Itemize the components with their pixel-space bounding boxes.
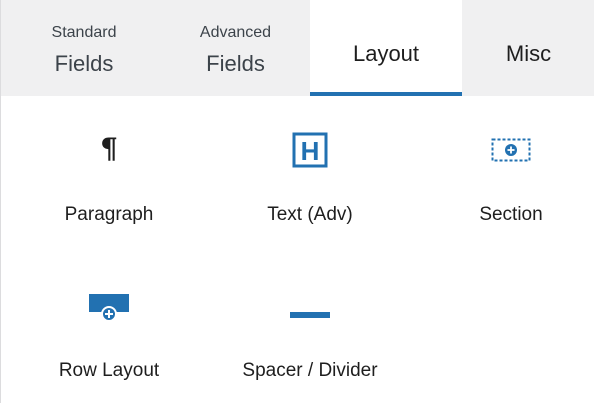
tab-advanced-fields[interactable]: Advanced Fields bbox=[161, 0, 310, 96]
field-paragraph[interactable]: ¶ Paragraph bbox=[19, 120, 199, 250]
field-section-label: Section bbox=[479, 204, 543, 225]
row-layout-icon bbox=[87, 292, 131, 329]
paragraph-icon: ¶ bbox=[100, 132, 118, 165]
field-paragraph-label: Paragraph bbox=[64, 204, 154, 225]
tab-advanced-sublabel: Advanced bbox=[199, 24, 272, 41]
heading-icon: H bbox=[292, 132, 328, 173]
field-text-adv[interactable]: H Text (Adv) bbox=[220, 120, 400, 250]
tab-misc[interactable]: Misc bbox=[462, 0, 594, 96]
field-row-layout[interactable]: Row Layout bbox=[19, 276, 199, 406]
tab-layout[interactable]: Layout bbox=[310, 0, 462, 96]
divider-icon bbox=[290, 305, 330, 323]
field-spacer-divider-label: Spacer / Divider bbox=[242, 360, 378, 381]
section-icon bbox=[491, 138, 531, 167]
field-picker-panel: Standard Fields Advanced Fields Layout M… bbox=[0, 0, 594, 403]
field-spacer-divider[interactable]: Spacer / Divider bbox=[220, 276, 400, 406]
tab-standard-fields[interactable]: Standard Fields bbox=[7, 0, 161, 96]
field-row-layout-label: Row Layout bbox=[58, 360, 160, 381]
field-text-adv-label: Text (Adv) bbox=[267, 204, 353, 225]
field-section[interactable]: Section bbox=[421, 120, 594, 250]
heading-icon-glyph: H bbox=[301, 136, 320, 166]
tab-bar: Standard Fields Advanced Fields Layout M… bbox=[1, 0, 594, 96]
active-tab-indicator bbox=[310, 92, 462, 96]
tab-misc-label: Misc bbox=[505, 41, 552, 66]
tab-standard-label: Fields bbox=[54, 51, 114, 76]
tab-advanced-label: Fields bbox=[206, 51, 265, 76]
tab-layout-label: Layout bbox=[352, 41, 420, 66]
tab-standard-sublabel: Standard bbox=[51, 24, 117, 41]
